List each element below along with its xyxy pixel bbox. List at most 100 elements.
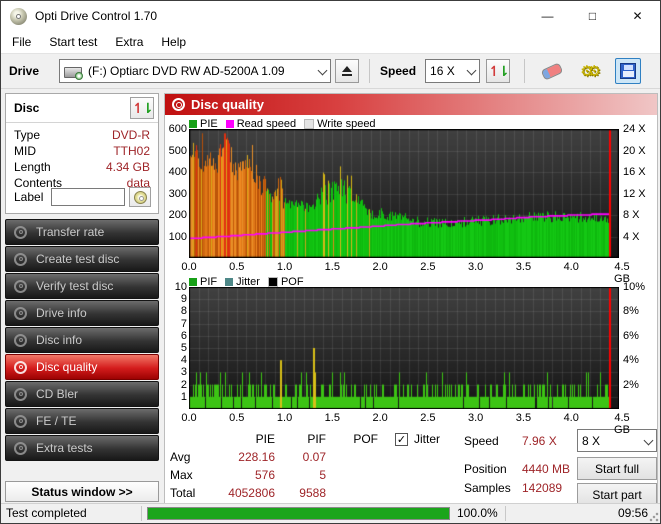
drive-label: Drive bbox=[9, 64, 39, 78]
gears-icon: ⚙⚙ bbox=[580, 62, 600, 80]
sidebar-item-cd-bler[interactable]: CD Bler bbox=[5, 381, 159, 407]
disc-row-label: MID bbox=[14, 143, 36, 159]
chevron-down-icon bbox=[318, 67, 326, 75]
sidebar-item-label: Create test disc bbox=[36, 252, 119, 266]
sidebar-item-disc-info[interactable]: Disc info bbox=[5, 327, 159, 353]
y2-axis-tick: 6% bbox=[623, 330, 659, 342]
refresh-disc-button[interactable]: ↿⇂ bbox=[130, 97, 154, 119]
y-axis-tick: 500 bbox=[165, 145, 187, 157]
divider bbox=[505, 506, 506, 521]
app-disc-icon bbox=[10, 8, 27, 25]
legend1-swatch bbox=[189, 120, 197, 128]
y-axis-tick: 300 bbox=[165, 188, 187, 200]
minimize-button[interactable]: — bbox=[525, 1, 570, 31]
y2-axis-tick: 16 X bbox=[623, 166, 659, 178]
options-button[interactable]: ⚙⚙ bbox=[577, 58, 603, 84]
disc-row-type: Type DVD-R bbox=[14, 127, 150, 143]
status-text: Test completed bbox=[6, 506, 87, 521]
sidebar-item-label: Disc quality bbox=[36, 360, 97, 374]
y-axis-tick: 400 bbox=[165, 166, 187, 178]
sidebar-item-label: FE / TE bbox=[36, 414, 76, 428]
info-label: Samples bbox=[464, 481, 511, 495]
resize-grip[interactable] bbox=[649, 512, 659, 522]
info-label: Position bbox=[464, 462, 507, 476]
x-axis-tick: 0.0 bbox=[174, 412, 204, 424]
disc-row-value: DVD-R bbox=[112, 127, 150, 143]
y-axis-tick: 9 bbox=[165, 293, 187, 305]
toolbar-separator bbox=[524, 59, 525, 83]
x-axis-tick: 4.5 GB bbox=[607, 412, 637, 436]
disc-row-value: TTH02 bbox=[113, 143, 150, 159]
start-full-button[interactable]: Start full bbox=[577, 457, 657, 480]
drive-select[interactable]: (F:) Optiarc DVD RW AD-5200A 1.09 bbox=[59, 59, 331, 83]
info-value: 7.96 X bbox=[522, 434, 557, 448]
disc-label-caption: Label bbox=[14, 190, 43, 204]
x-axis-tick: 1.5 bbox=[317, 261, 347, 273]
maximize-button[interactable]: □ bbox=[570, 1, 615, 31]
y-axis-tick: 200 bbox=[165, 209, 187, 221]
disc-row-label: Length bbox=[14, 159, 51, 175]
drive-cd-icon bbox=[64, 64, 82, 78]
menu-item-start-test[interactable]: Start test bbox=[40, 31, 106, 53]
drive-select-value: (F:) Optiarc DVD RW AD-5200A 1.09 bbox=[88, 64, 285, 78]
app-window: Opti Drive Control 1.70 — □ ✕ FileStart … bbox=[0, 0, 661, 524]
chevron-down-icon bbox=[467, 67, 475, 75]
x-axis-tick: 2.5 bbox=[413, 261, 443, 273]
sidebar-item-drive-info[interactable]: Drive info bbox=[5, 300, 159, 326]
y-axis-tick: 5 bbox=[165, 342, 187, 354]
x-axis-tick: 4.0 bbox=[556, 261, 586, 273]
progress-bar bbox=[147, 507, 450, 520]
disc-icon bbox=[14, 307, 27, 320]
x-axis-tick: 2.5 bbox=[413, 412, 443, 424]
read-speed-select[interactable]: 16 X bbox=[425, 59, 480, 83]
stats-value: 0.07 bbox=[256, 450, 326, 464]
window-title: Opti Drive Control 1.70 bbox=[35, 9, 157, 23]
toolbar: Drive (F:) Optiarc DVD RW AD-5200A 1.09 … bbox=[1, 53, 660, 89]
refresh-drives-button[interactable]: ↿⇂ bbox=[486, 59, 510, 83]
sidebar-item-label: Disc info bbox=[36, 333, 82, 347]
menu-item-help[interactable]: Help bbox=[152, 31, 195, 53]
disc-label-button[interactable] bbox=[129, 187, 151, 207]
sidebar-item-verify-test-disc[interactable]: Verify test disc bbox=[5, 273, 159, 299]
sidebar-item-extra-tests[interactable]: Extra tests bbox=[5, 435, 159, 461]
disc-row-value: 4.34 GB bbox=[106, 159, 150, 175]
sidebar-item-transfer-rate[interactable]: Transfer rate bbox=[5, 219, 159, 245]
sidebar-item-label: Drive info bbox=[36, 306, 87, 320]
y2-axis-tick: 20 X bbox=[623, 145, 659, 157]
menu-bar: FileStart testExtraHelp bbox=[1, 31, 660, 53]
jitter-checkbox[interactable]: ✓ bbox=[395, 433, 408, 446]
status-window-button[interactable]: Status window >> bbox=[5, 481, 159, 502]
legend2-swatch bbox=[189, 278, 197, 286]
disc-row-label: Type bbox=[14, 127, 40, 143]
disc-label-input[interactable] bbox=[51, 188, 125, 206]
sidebar-item-fe-te[interactable]: FE / TE bbox=[5, 408, 159, 434]
info-value: 4440 MB bbox=[522, 462, 570, 476]
save-button[interactable] bbox=[615, 58, 641, 84]
menu-item-file[interactable]: File bbox=[3, 31, 40, 53]
y-axis-tick: 2 bbox=[165, 379, 187, 391]
stats-col-header: POF bbox=[318, 432, 378, 446]
refresh-arrows-icon: ↿⇂ bbox=[132, 100, 151, 117]
close-button[interactable]: ✕ bbox=[615, 1, 660, 31]
sidebar-item-label: Verify test disc bbox=[36, 279, 113, 293]
disc-info-panel: Disc ↿⇂ TypeDVD-RMIDTTH02Length4.34 GBCo… bbox=[5, 93, 159, 214]
y-axis-tick: 8 bbox=[165, 305, 187, 317]
x-axis-tick: 3.5 bbox=[508, 261, 538, 273]
y2-axis-tick: 10% bbox=[623, 281, 659, 293]
disc-icon bbox=[14, 388, 27, 401]
stats-row-label: Avg bbox=[170, 450, 190, 464]
x-axis-tick: 2.0 bbox=[365, 412, 395, 424]
sidebar-item-label: Extra tests bbox=[36, 441, 93, 455]
status-bar: Test completed 100.0% 09:56 bbox=[1, 503, 660, 523]
erase-disc-button[interactable] bbox=[539, 58, 565, 84]
disc-panel-title: Disc bbox=[14, 101, 39, 115]
menu-item-extra[interactable]: Extra bbox=[106, 31, 152, 53]
chevron-down-icon bbox=[644, 437, 652, 445]
divider bbox=[141, 506, 142, 521]
progress-percent: 100.0% bbox=[457, 506, 498, 521]
eject-button[interactable] bbox=[335, 59, 359, 83]
legend2-swatch bbox=[268, 277, 278, 287]
pif-jitter-pof-chart bbox=[189, 287, 619, 409]
sidebar-item-create-test-disc[interactable]: Create test disc bbox=[5, 246, 159, 272]
sidebar-item-disc-quality[interactable]: Disc quality bbox=[5, 354, 159, 380]
